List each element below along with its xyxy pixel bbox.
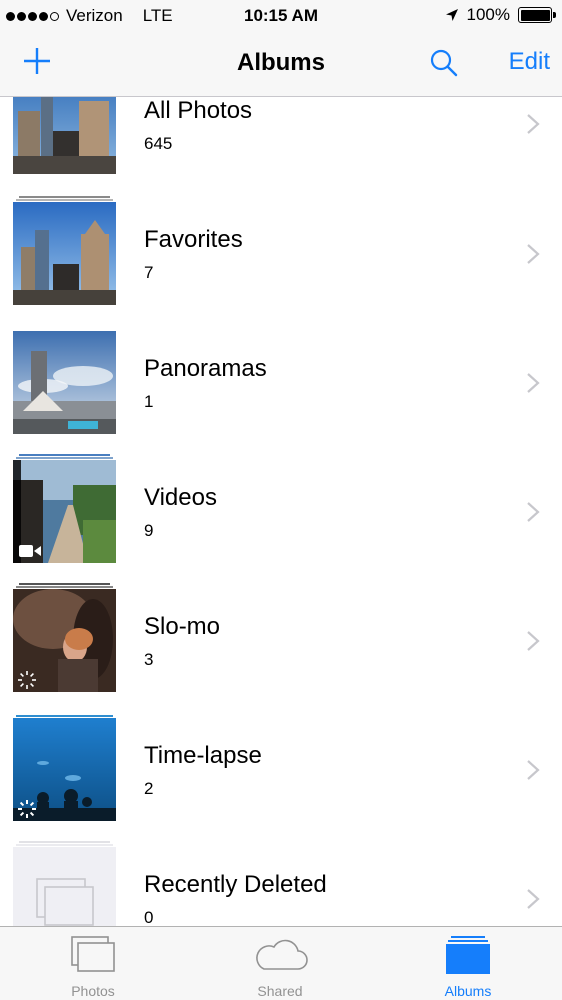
album-title: Time-lapse [144, 742, 262, 769]
battery-percent: 100% [466, 5, 510, 24]
chevron-right-icon [527, 631, 540, 651]
album-row-videos[interactable]: Videos 9 [0, 435, 562, 564]
album-row-recently-deleted[interactable]: Recently Deleted 0 [0, 822, 562, 926]
album-thumbnail [13, 331, 116, 434]
video-camera-icon [19, 545, 41, 557]
album-title: Panoramas [144, 355, 267, 382]
chevron-right-icon [527, 889, 540, 909]
tab-photos[interactable]: Photos [23, 927, 163, 1000]
album-count: 1 [144, 392, 154, 411]
album-count: 645 [144, 134, 173, 153]
album-thumbnail [13, 841, 116, 926]
tab-label: Shared [257, 983, 303, 999]
album-title: Favorites [144, 226, 243, 253]
navigation-bar: Albums Edit [0, 34, 562, 97]
tab-albums[interactable]: Albums [398, 927, 538, 1000]
album-list: All Photos 645 Favorites 7 Panoramas 1 V… [0, 97, 562, 926]
album-title: Slo-mo [144, 613, 221, 640]
album-count: 2 [144, 779, 154, 798]
page-title: Albums [236, 49, 325, 76]
chevron-right-icon [527, 760, 540, 780]
album-cover-image [13, 202, 116, 305]
album-thumbnail [13, 454, 116, 563]
chevron-right-icon [527, 502, 540, 522]
album-cover-image [13, 331, 116, 434]
chevron-right-icon [527, 373, 540, 393]
chevron-right-icon [527, 114, 540, 134]
location-arrow-icon [445, 9, 458, 21]
search-icon[interactable] [429, 48, 459, 78]
album-count: 0 [144, 908, 154, 926]
album-title: All Photos [144, 97, 253, 124]
album-thumbnail [13, 97, 116, 174]
album-row-all-photos[interactable]: All Photos 645 [0, 97, 562, 177]
edit-button[interactable]: Edit [509, 48, 550, 76]
album-count: 7 [144, 263, 154, 282]
album-count: 3 [144, 650, 154, 669]
tab-bar: Photos Shared Albums [0, 926, 562, 1000]
album-row-favorites[interactable]: Favorites 7 [0, 177, 562, 306]
slo-mo-icon [18, 671, 36, 689]
chevron-right-icon [527, 244, 540, 264]
album-count: 9 [144, 521, 154, 540]
photos-icon [71, 936, 115, 972]
album-cover-image [13, 97, 116, 174]
album-row-panoramas[interactable]: Panoramas 1 [0, 306, 562, 435]
album-title: Recently Deleted [144, 871, 327, 898]
album-placeholder-image [13, 847, 116, 926]
album-thumbnail [13, 583, 116, 692]
album-thumbnail [13, 196, 116, 305]
tab-label: Albums [444, 983, 492, 999]
album-row-time-lapse[interactable]: Time-lapse 2 [0, 693, 562, 822]
cloud-icon [256, 939, 308, 970]
albums-icon [446, 936, 490, 974]
battery-icon [518, 7, 556, 23]
status-right: 100% [445, 5, 556, 25]
time-lapse-icon [18, 800, 36, 818]
tab-shared[interactable]: Shared [210, 927, 350, 1000]
album-title: Videos [144, 484, 217, 511]
album-row-slo-mo[interactable]: Slo-mo 3 [0, 564, 562, 693]
album-thumbnail [13, 715, 116, 821]
status-bar: Verizon LTE 10:15 AM 100% [0, 0, 562, 34]
tab-label: Photos [71, 983, 115, 999]
